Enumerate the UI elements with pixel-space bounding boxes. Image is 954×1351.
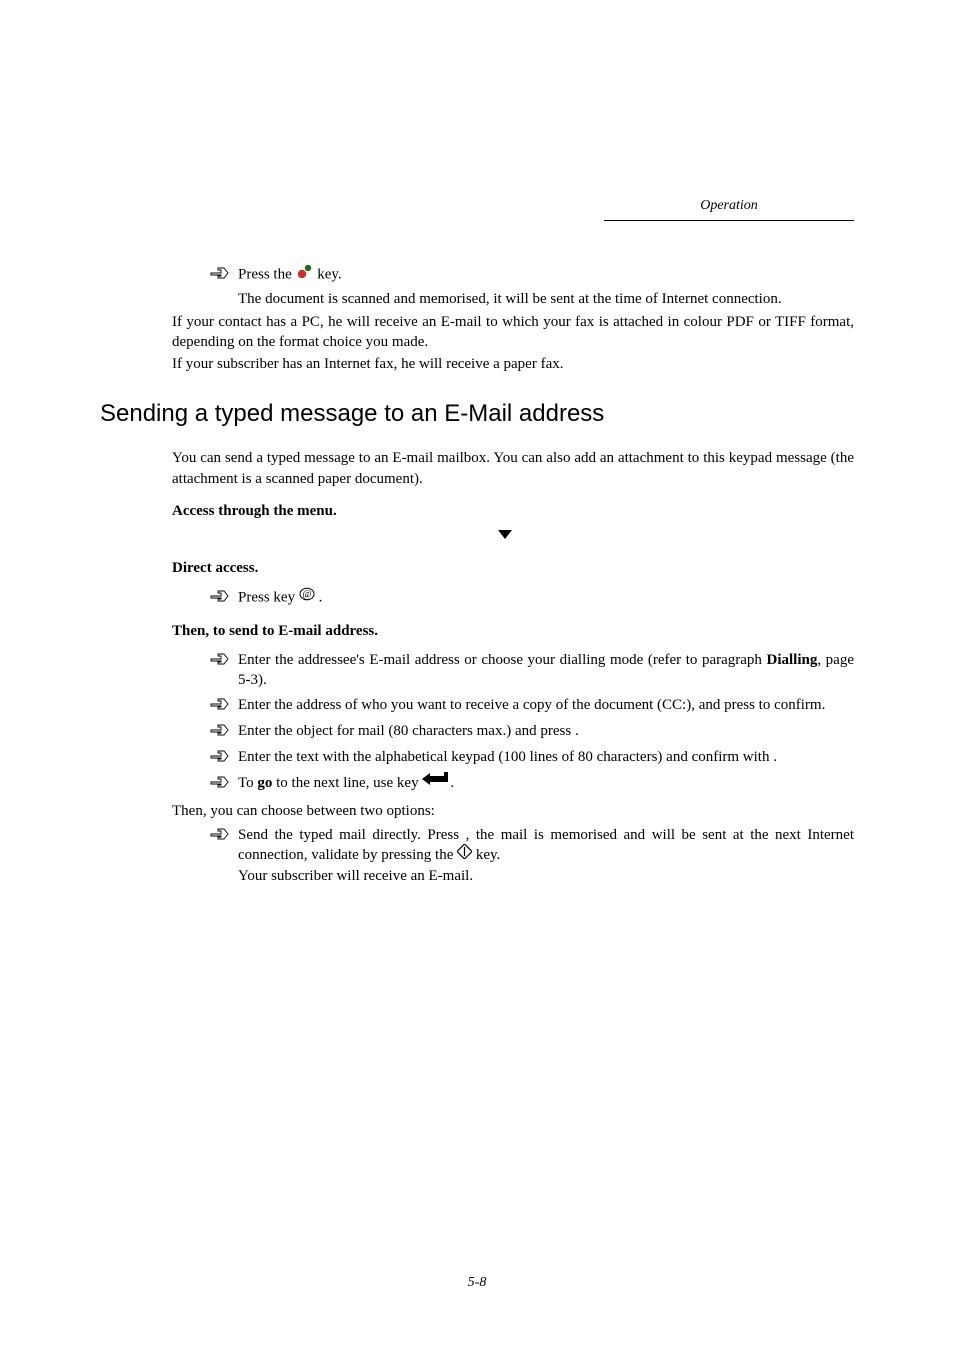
start-key-icon bbox=[296, 263, 314, 285]
send-a: Send the typed mail directly. Press , th… bbox=[238, 827, 854, 863]
step-press-text: Press the key. bbox=[238, 264, 854, 286]
step-go-text: To go to the next line, use key . bbox=[238, 773, 854, 794]
hand-point-icon bbox=[210, 828, 232, 847]
memorised-text: The document is scanned and memorised, i… bbox=[238, 289, 854, 309]
step-press-at: Press key @ . bbox=[210, 587, 854, 609]
press-at-text: Press key @ . bbox=[238, 587, 854, 609]
menu-path-row bbox=[172, 530, 854, 546]
section-title: Sending a typed message to an E-Mail add… bbox=[100, 400, 854, 428]
go-post: . bbox=[450, 775, 454, 791]
then-options-para: Then, you can choose between two options… bbox=[172, 801, 854, 821]
header-rule bbox=[604, 220, 854, 221]
step-object: Enter the object for mail (80 characters… bbox=[210, 721, 854, 743]
press-key-suffix: . bbox=[319, 589, 323, 605]
content-body: Press the key. The document is scanned a… bbox=[172, 264, 854, 887]
page-number: 5-8 bbox=[0, 1275, 954, 1291]
press-prefix: Press the bbox=[238, 267, 296, 283]
send-c: Your subscriber will receive an E-mail. bbox=[238, 868, 473, 884]
press-key-prefix: Press key bbox=[238, 589, 299, 605]
section-intro: You can send a typed message to an E-mai… bbox=[172, 448, 854, 489]
direct-access-block: Press key @ . bbox=[210, 587, 854, 609]
go-pre: To bbox=[238, 775, 257, 791]
step-cc-text: Enter the address of who you want to rec… bbox=[238, 695, 854, 715]
step-object-text: Enter the object for mail (80 characters… bbox=[238, 721, 854, 741]
step-addressee: Enter the addressee's E-mail address or … bbox=[210, 650, 854, 691]
svg-text:@: @ bbox=[302, 589, 311, 600]
hand-point-icon bbox=[210, 750, 232, 769]
hand-point-icon bbox=[210, 267, 232, 286]
diamond-key-icon bbox=[457, 844, 472, 865]
running-header: Operation bbox=[604, 198, 854, 221]
step-press-key: Press the key. bbox=[210, 264, 854, 286]
hand-point-icon bbox=[210, 590, 232, 609]
caret-down-icon bbox=[498, 528, 512, 545]
access-menu-label: Access through the menu. bbox=[172, 503, 854, 520]
pc-contact-para: If your contact has a PC, he will receiv… bbox=[172, 312, 854, 353]
direct-access-label: Direct access. bbox=[172, 560, 854, 577]
step-send-direct: Send the typed mail directly. Press , th… bbox=[210, 825, 854, 887]
internet-fax-para: If your subscriber has an Internet fax, … bbox=[172, 354, 854, 374]
hand-point-icon bbox=[210, 653, 232, 672]
header-section-label: Operation bbox=[604, 198, 854, 214]
step-go-next-line: To go to the next line, use key . bbox=[210, 773, 854, 795]
step-text-entry: Enter the text with the alphabetical key… bbox=[210, 747, 854, 769]
press-suffix: key. bbox=[317, 267, 341, 283]
addressee-bold: Dialling bbox=[767, 652, 818, 668]
step-addressee-text: Enter the addressee's E-mail address or … bbox=[238, 650, 854, 691]
intro-block: Press the key. The document is scanned a… bbox=[210, 264, 854, 310]
steps-block: Enter the addressee's E-mail address or … bbox=[210, 650, 854, 795]
addressee-pre: Enter the addressee's E-mail address or … bbox=[238, 652, 767, 668]
send-b: key. bbox=[476, 847, 500, 863]
step-cc: Enter the address of who you want to rec… bbox=[210, 695, 854, 717]
step-text-entry-text: Enter the text with the alphabetical key… bbox=[238, 747, 854, 767]
hand-point-icon bbox=[210, 776, 232, 795]
at-key-icon: @ bbox=[299, 586, 315, 608]
hand-point-icon bbox=[210, 724, 232, 743]
hand-point-icon bbox=[210, 698, 232, 717]
page: Operation Press the key. bbox=[0, 0, 954, 1351]
then-send-label: Then, to send to E-mail address. bbox=[172, 623, 854, 640]
go-mid: to the next line, use key bbox=[272, 775, 422, 791]
options-block: Send the typed mail directly. Press , th… bbox=[210, 825, 854, 887]
step-send-text: Send the typed mail directly. Press , th… bbox=[238, 825, 854, 887]
return-key-icon bbox=[422, 772, 450, 792]
go-bold: go bbox=[257, 775, 272, 791]
